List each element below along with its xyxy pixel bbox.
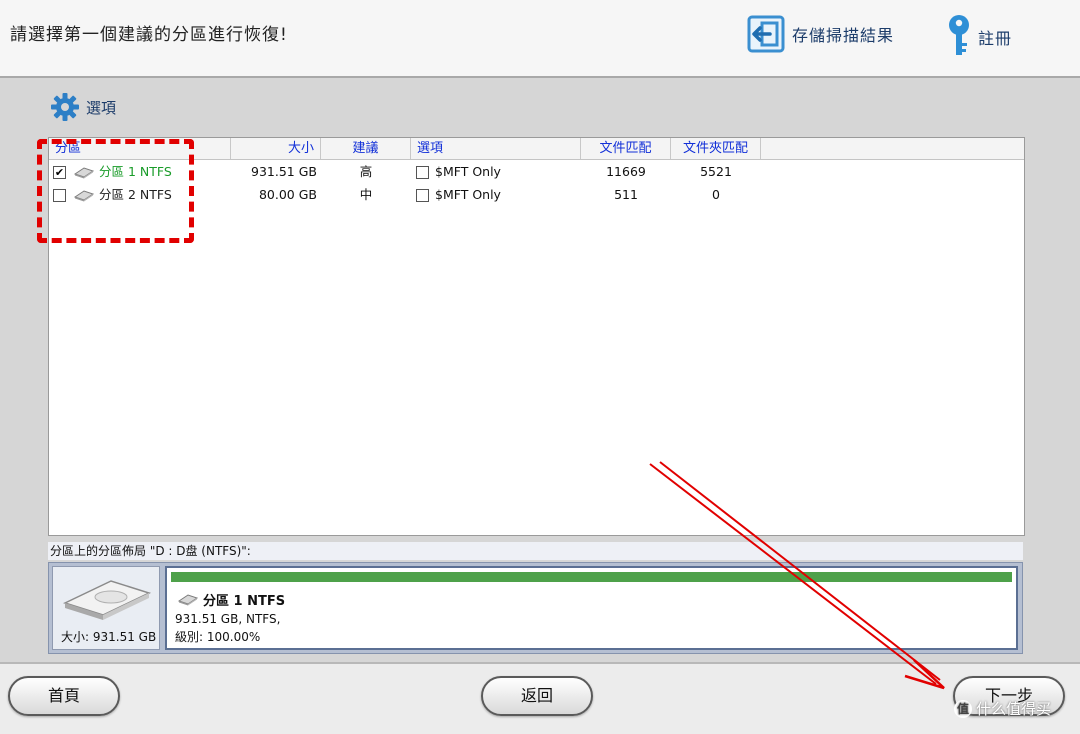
page-title: 請選擇第一個建議的分區進行恢復!: [10, 25, 288, 45]
home-button[interactable]: 首頁: [8, 676, 120, 716]
list-header: 分區 大小 建議 選項 文件匹配 文件夾匹配: [49, 138, 1024, 160]
watermark-logo-icon: 值: [954, 699, 972, 718]
mft-only-label: $MFT Only: [435, 164, 501, 179]
hard-disk-icon: [62, 580, 152, 620]
mft-only-checkbox[interactable]: [416, 166, 429, 179]
watermark: 值 什么值得买: [954, 698, 1051, 719]
register-button[interactable]: 註冊: [946, 14, 1012, 60]
export-icon: [747, 15, 785, 53]
back-button[interactable]: 返回: [481, 676, 593, 716]
table-row[interactable]: ✔ 分區 1 NTFS 931.51 GB 高 $MFT Only 11669 …: [49, 161, 1024, 183]
partition-name: 分區 1 NTFS: [99, 164, 172, 179]
mft-only-label: $MFT Only: [435, 187, 501, 202]
main-area: 選項 分區 大小 建議 選項 文件匹配 文件夾匹配 ✔ 分區 1 NTFS 93…: [0, 78, 1080, 662]
folder-match-count: 5521: [700, 164, 732, 179]
partition-size: 80.00 GB: [258, 187, 317, 202]
partition-layout-panel: 大小: 931.51 GB 分區 1 NTFS 931.51 GB, NTFS,…: [48, 562, 1023, 654]
partition-list[interactable]: 分區 大小 建議 選項 文件匹配 文件夾匹配 ✔ 分區 1 NTFS 931.5…: [48, 137, 1025, 536]
column-header-partition[interactable]: 分區: [49, 138, 231, 159]
watermark-text: 什么值得买: [976, 700, 1052, 718]
table-row[interactable]: 分區 2 NTFS 80.00 GB 中 $MFT Only 511 0: [49, 184, 1024, 206]
partition-checkbox[interactable]: [53, 189, 66, 202]
top-header: 請選擇第一個建議的分區進行恢復! 存儲掃描結果 註冊: [0, 0, 1080, 78]
save-scan-results-button[interactable]: 存儲掃描結果: [746, 14, 894, 54]
drive-icon: [73, 190, 95, 202]
disk-size-label: 大小: 931.51 GB: [61, 630, 157, 644]
partition-size: 931.51 GB: [251, 164, 317, 179]
partition-block-title: 分區 1 NTFS: [203, 594, 286, 609]
drive-icon: [177, 594, 199, 606]
disk-card[interactable]: 大小: 931.51 GB: [52, 566, 160, 650]
file-match-count: 11669: [606, 164, 646, 179]
partition-usage-bar: [171, 572, 1012, 582]
column-header-suggestion[interactable]: 建議: [321, 138, 411, 159]
column-header-folder-match[interactable]: 文件夾匹配: [671, 138, 761, 159]
partition-checkbox[interactable]: ✔: [53, 166, 66, 179]
folder-match-count: 0: [712, 187, 720, 202]
file-match-count: 511: [614, 187, 638, 202]
partition-block[interactable]: 分區 1 NTFS 931.51 GB, NTFS, 級別: 100.00%: [165, 566, 1018, 650]
gear-icon: [51, 93, 79, 121]
drive-icon: [73, 167, 95, 179]
column-header-option[interactable]: 選項: [411, 138, 581, 159]
column-header-size[interactable]: 大小: [231, 138, 321, 159]
partition-layout-caption: 分區上的分區佈局 "D : D盘 (NTFS)":: [48, 542, 1023, 560]
mft-only-checkbox[interactable]: [416, 189, 429, 202]
key-icon: [949, 15, 969, 55]
partition-block-details: 931.51 GB, NTFS,: [175, 612, 281, 626]
options-button[interactable]: 選項: [50, 92, 116, 122]
partition-block-level: 級別: 100.00%: [175, 630, 261, 644]
column-header-file-match[interactable]: 文件匹配: [581, 138, 671, 159]
options-label: 選項: [86, 98, 117, 117]
register-label: 註冊: [978, 29, 1013, 48]
partition-suggestion: 中: [359, 187, 373, 202]
partition-suggestion: 高: [359, 164, 373, 179]
save-scan-results-label: 存儲掃描結果: [792, 26, 895, 45]
footer-bar: 首頁 返回 下一步: [0, 662, 1080, 734]
partition-name: 分區 2 NTFS: [99, 187, 172, 202]
